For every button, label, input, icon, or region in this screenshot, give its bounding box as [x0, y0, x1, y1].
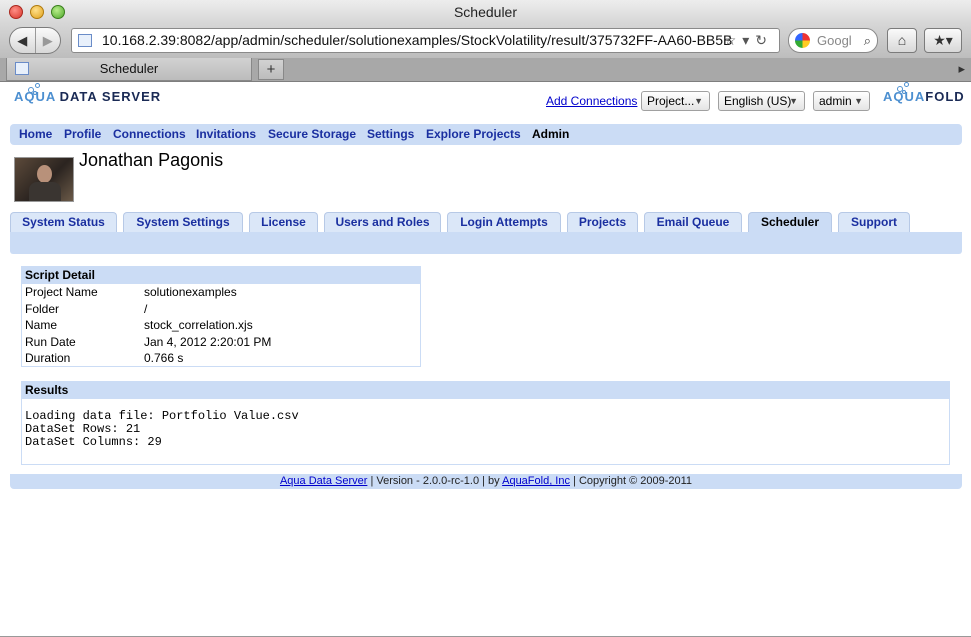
- minimize-window-button[interactable]: [30, 5, 44, 19]
- chevron-down-icon: ▼: [694, 96, 703, 106]
- detail-row: Project Name solutionexamples: [22, 284, 420, 301]
- detail-value: /: [144, 301, 148, 316]
- home-button[interactable]: ⌂: [887, 28, 917, 53]
- chevron-down-icon: ▼: [789, 96, 798, 106]
- browser-tab-scheduler[interactable]: Scheduler: [6, 58, 252, 81]
- user-select[interactable]: admin ▼: [813, 91, 870, 111]
- footer: Aqua Data Server | Version - 2.0.0-rc-1.…: [10, 474, 962, 489]
- detail-label: Project Name: [25, 285, 98, 299]
- detail-row: Name stock_correlation.xjs: [22, 317, 420, 334]
- chevron-down-icon: ▼: [854, 96, 863, 106]
- tab-content-bar: [10, 232, 962, 254]
- tab-favicon-icon: [15, 62, 29, 75]
- nav-explore-projects[interactable]: Explore Projects: [426, 124, 521, 145]
- tab-system-settings[interactable]: System Settings: [123, 212, 243, 232]
- tab-scheduler[interactable]: Scheduler: [748, 212, 832, 232]
- project-select[interactable]: Project... ▼: [641, 91, 710, 111]
- logo-bubbles-icon: [28, 83, 58, 95]
- browser-tab-strip: Scheduler + ▸: [0, 58, 971, 82]
- window-title: Scheduler: [453, 4, 518, 20]
- search-input[interactable]: Googl ⌕: [788, 28, 878, 53]
- nav-buttons: ◀ ▶: [9, 27, 61, 54]
- nav-home[interactable]: Home: [19, 124, 52, 145]
- zoom-window-button[interactable]: [51, 5, 65, 19]
- script-detail-title: Script Detail: [22, 267, 420, 284]
- footer-version-text: | Version - 2.0.0-rc-1.0 | by: [367, 475, 503, 487]
- tab-license[interactable]: License: [249, 212, 318, 232]
- site-favicon-icon: [78, 34, 92, 47]
- detail-label: Run Date: [25, 334, 76, 349]
- nav-admin[interactable]: Admin: [532, 124, 569, 145]
- nav-connections[interactable]: Connections: [113, 124, 186, 145]
- aquafold-logo[interactable]: AQUAFOLD: [883, 82, 965, 104]
- detail-row: Folder /: [22, 301, 420, 318]
- window-title-bar: Scheduler: [0, 0, 971, 24]
- script-detail-panel: Script Detail Project Name solutionexamp…: [21, 266, 421, 367]
- nav-profile[interactable]: Profile: [64, 124, 101, 145]
- bookmark-star-reload-icon[interactable]: ☆▾↻: [724, 29, 773, 52]
- aqua-data-server-link[interactable]: Aqua Data Server: [280, 475, 367, 487]
- detail-label: Duration: [25, 351, 71, 365]
- tab-email-queue[interactable]: Email Queue: [644, 212, 742, 232]
- page-content: AQUA DATA SERVER Add Connections Project…: [0, 82, 971, 637]
- search-placeholder: Googl: [817, 33, 852, 48]
- nav-settings[interactable]: Settings: [367, 124, 414, 145]
- aquafold-link[interactable]: AquaFold, Inc: [502, 475, 570, 487]
- main-navigation: Home Profile Connections Invitations Sec…: [10, 124, 962, 145]
- detail-value: stock_correlation.xjs: [144, 318, 253, 332]
- google-search-engine-icon[interactable]: [795, 33, 810, 48]
- address-bar[interactable]: 10.168.2.39:8082/app/admin/scheduler/sol…: [71, 28, 780, 53]
- avatar: [14, 157, 74, 202]
- tab-projects[interactable]: Projects: [567, 212, 638, 232]
- magnifier-icon[interactable]: ⌕: [864, 29, 871, 52]
- detail-row: Duration 0.766 s: [22, 350, 420, 367]
- user-name-heading: Jonathan Pagonis: [79, 150, 224, 170]
- forward-button[interactable]: ▶: [34, 28, 61, 53]
- footer-copyright-text: | Copyright © 2009-2011: [569, 475, 693, 487]
- bookmarks-button[interactable]: ★▾: [924, 28, 962, 53]
- detail-label: Folder: [25, 301, 60, 316]
- nav-secure-storage[interactable]: Secure Storage: [268, 124, 356, 145]
- logo-bubbles-icon: [897, 82, 927, 94]
- detail-value: solutionexamples: [144, 285, 237, 299]
- browser-tab-title: Scheduler: [99, 61, 159, 76]
- nav-invitations[interactable]: Invitations: [196, 124, 256, 145]
- address-bar-url: 10.168.2.39:8082/app/admin/scheduler/sol…: [102, 32, 733, 48]
- aqua-data-server-logo[interactable]: AQUA DATA SERVER: [14, 83, 161, 104]
- results-output: Loading data file: Portfolio Value.csv D…: [25, 409, 299, 449]
- tab-login-attempts[interactable]: Login Attempts: [447, 212, 561, 232]
- tab-system-status[interactable]: System Status: [10, 212, 117, 232]
- language-select[interactable]: English (US) ▼: [718, 91, 805, 111]
- new-tab-button[interactable]: +: [258, 59, 284, 80]
- tab-users-and-roles[interactable]: Users and Roles: [324, 212, 441, 232]
- tab-scroll-icon[interactable]: ▸: [958, 58, 965, 80]
- detail-value: 0.766 s: [144, 351, 184, 365]
- add-connections-link[interactable]: Add Connections: [546, 94, 637, 108]
- detail-row: Run Date Jan 4, 2012 2:20:01 PM: [22, 334, 420, 351]
- back-button[interactable]: ◀: [10, 28, 35, 53]
- close-window-button[interactable]: [9, 5, 23, 19]
- results-title: Results: [22, 382, 949, 399]
- detail-value: Jan 4, 2012 2:20:01 PM: [144, 334, 272, 349]
- detail-label: Name: [25, 318, 58, 332]
- browser-toolbar: ◀ ▶ 10.168.2.39:8082/app/admin/scheduler…: [0, 24, 971, 58]
- tab-support[interactable]: Support: [838, 212, 910, 232]
- results-panel: Results Loading data file: Portfolio Val…: [21, 381, 950, 465]
